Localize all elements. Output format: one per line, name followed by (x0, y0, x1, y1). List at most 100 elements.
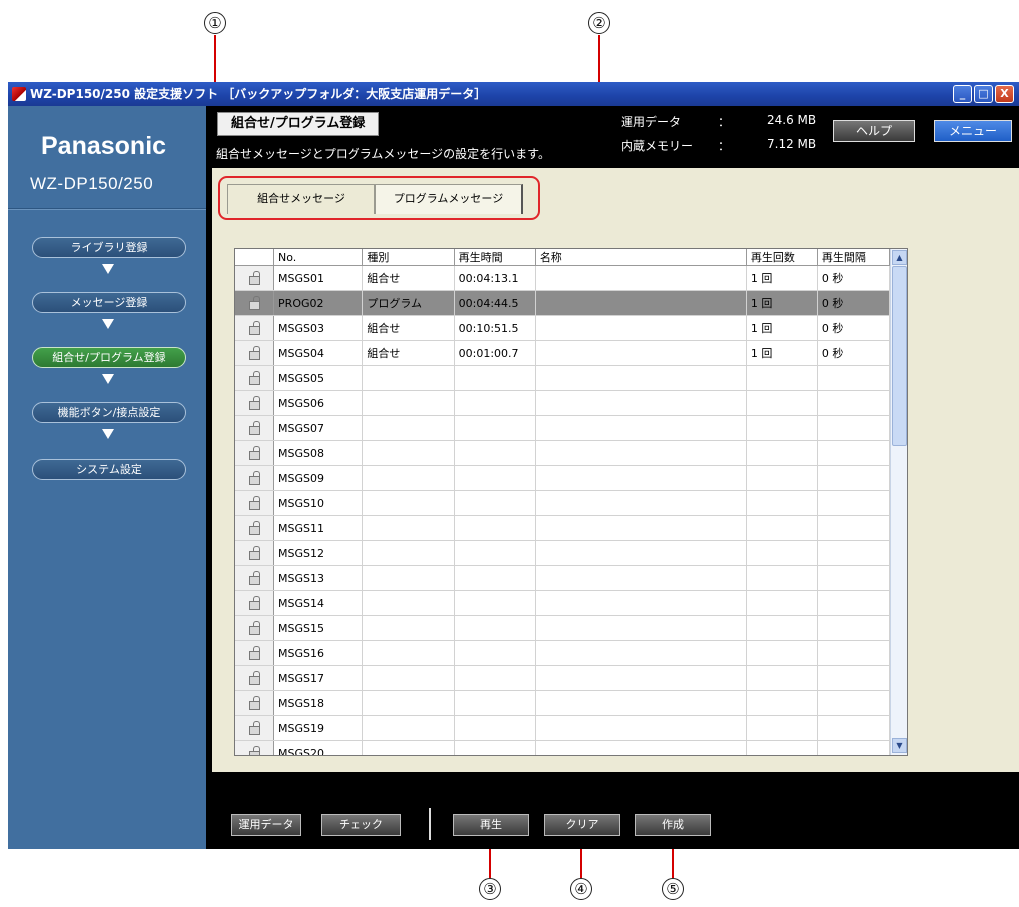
lock-cell[interactable] (235, 715, 275, 741)
tab-program-message[interactable]: プログラムメッセージ (375, 184, 523, 214)
cell-time[interactable] (454, 740, 536, 755)
cell-count[interactable] (746, 615, 818, 641)
lock-icon[interactable] (247, 620, 261, 635)
cell-interval[interactable] (817, 515, 891, 541)
cell-no[interactable]: MSGS05 (273, 365, 364, 391)
sidebar-item-message[interactable]: メッセージ登録 (32, 292, 186, 313)
cell-type[interactable] (362, 665, 455, 691)
cell-no[interactable]: PROG02 (273, 290, 364, 316)
table-row[interactable]: MSGS17 (235, 665, 891, 691)
cell-count[interactable]: 1 回 (746, 265, 818, 291)
close-button[interactable]: X (995, 85, 1014, 103)
cell-name[interactable] (535, 465, 747, 491)
cell-name[interactable] (535, 265, 747, 291)
cell-no[interactable]: MSGS09 (273, 465, 364, 491)
table-row[interactable]: MSGS06 (235, 390, 891, 416)
cell-time[interactable]: 00:04:44.5 (454, 290, 536, 316)
lock-icon[interactable] (247, 320, 261, 335)
cell-name[interactable] (535, 415, 747, 441)
title-bar[interactable]: WZ-DP150/250 設定支援ソフト ［バックアップフォルダ：大阪支店運用デ… (8, 82, 1019, 106)
cell-interval[interactable] (817, 565, 891, 591)
lock-icon[interactable] (247, 570, 261, 585)
cell-time[interactable] (454, 465, 536, 491)
cell-no[interactable]: MSGS19 (273, 715, 364, 741)
cell-type[interactable] (362, 740, 455, 755)
cell-count[interactable] (746, 365, 818, 391)
menu-button[interactable]: メニュー (934, 120, 1012, 142)
lock-icon[interactable] (247, 745, 261, 755)
cell-time[interactable] (454, 365, 536, 391)
cell-interval[interactable] (817, 665, 891, 691)
cell-no[interactable]: MSGS12 (273, 540, 364, 566)
lock-cell[interactable] (235, 290, 275, 316)
cell-no[interactable]: MSGS17 (273, 665, 364, 691)
table-row[interactable]: PROG02 プログラム 00:04:44.5 1 回0 秒 (235, 290, 891, 316)
cell-no[interactable]: MSGS14 (273, 590, 364, 616)
cell-count[interactable] (746, 515, 818, 541)
table-row[interactable]: MSGS11 (235, 515, 891, 541)
cell-time[interactable] (454, 640, 536, 666)
cell-interval[interactable]: 0 秒 (817, 265, 891, 291)
cell-interval[interactable]: 0 秒 (817, 315, 891, 341)
cell-type[interactable]: 組合せ (362, 340, 455, 366)
lock-icon[interactable] (247, 395, 261, 410)
cell-time[interactable] (454, 490, 536, 516)
cell-count[interactable] (746, 415, 818, 441)
cell-interval[interactable]: 0 秒 (817, 290, 891, 316)
cell-time[interactable] (454, 440, 536, 466)
cell-type[interactable] (362, 615, 455, 641)
tab-combination-message[interactable]: 組合せメッセージ (227, 184, 375, 214)
cell-name[interactable] (535, 390, 747, 416)
lock-cell[interactable] (235, 490, 275, 516)
cell-type[interactable] (362, 540, 455, 566)
cell-no[interactable]: MSGS03 (273, 315, 364, 341)
lock-icon[interactable] (247, 445, 261, 460)
cell-no[interactable]: MSGS01 (273, 265, 364, 291)
cell-type[interactable] (362, 715, 455, 741)
table-row[interactable]: MSGS01 組合せ 00:04:13.1 1 回0 秒 (235, 265, 891, 291)
cell-count[interactable] (746, 465, 818, 491)
cell-interval[interactable] (817, 365, 891, 391)
cell-count[interactable] (746, 565, 818, 591)
lock-cell[interactable] (235, 340, 275, 366)
cell-time[interactable] (454, 415, 536, 441)
cell-interval[interactable] (817, 690, 891, 716)
sidebar-item-system[interactable]: システム設定 (32, 459, 186, 480)
cell-count[interactable] (746, 715, 818, 741)
cell-type[interactable] (362, 640, 455, 666)
cell-interval[interactable] (817, 615, 891, 641)
lock-cell[interactable] (235, 565, 275, 591)
cell-time[interactable] (454, 665, 536, 691)
cell-name[interactable] (535, 690, 747, 716)
lock-cell[interactable] (235, 615, 275, 641)
cell-time[interactable] (454, 590, 536, 616)
lock-icon[interactable] (247, 420, 261, 435)
cell-count[interactable] (746, 740, 818, 755)
cell-name[interactable] (535, 315, 747, 341)
table-row[interactable]: MSGS15 (235, 615, 891, 641)
table-row[interactable]: MSGS14 (235, 590, 891, 616)
cell-name[interactable] (535, 440, 747, 466)
lock-icon[interactable] (247, 295, 261, 310)
cell-time[interactable] (454, 615, 536, 641)
cell-time[interactable] (454, 715, 536, 741)
cell-name[interactable] (535, 290, 747, 316)
cell-no[interactable]: MSGS15 (273, 615, 364, 641)
column-header-interval[interactable]: 再生間隔 (817, 249, 891, 266)
table-row[interactable]: MSGS16 (235, 640, 891, 666)
cell-count[interactable] (746, 540, 818, 566)
table-row[interactable]: MSGS08 (235, 440, 891, 466)
cell-interval[interactable]: 0 秒 (817, 340, 891, 366)
cell-name[interactable] (535, 565, 747, 591)
lock-cell[interactable] (235, 265, 275, 291)
lock-icon[interactable] (247, 345, 261, 360)
column-header-count[interactable]: 再生回数 (746, 249, 818, 266)
cell-type[interactable] (362, 690, 455, 716)
table-row[interactable]: MSGS13 (235, 565, 891, 591)
cell-time[interactable]: 00:04:13.1 (454, 265, 536, 291)
lock-icon[interactable] (247, 270, 261, 285)
cell-type[interactable]: 組合せ (362, 265, 455, 291)
vertical-scrollbar[interactable]: ▲ ▼ (890, 249, 907, 755)
cell-interval[interactable] (817, 740, 891, 755)
op-data-button[interactable]: 運用データ (231, 814, 301, 836)
